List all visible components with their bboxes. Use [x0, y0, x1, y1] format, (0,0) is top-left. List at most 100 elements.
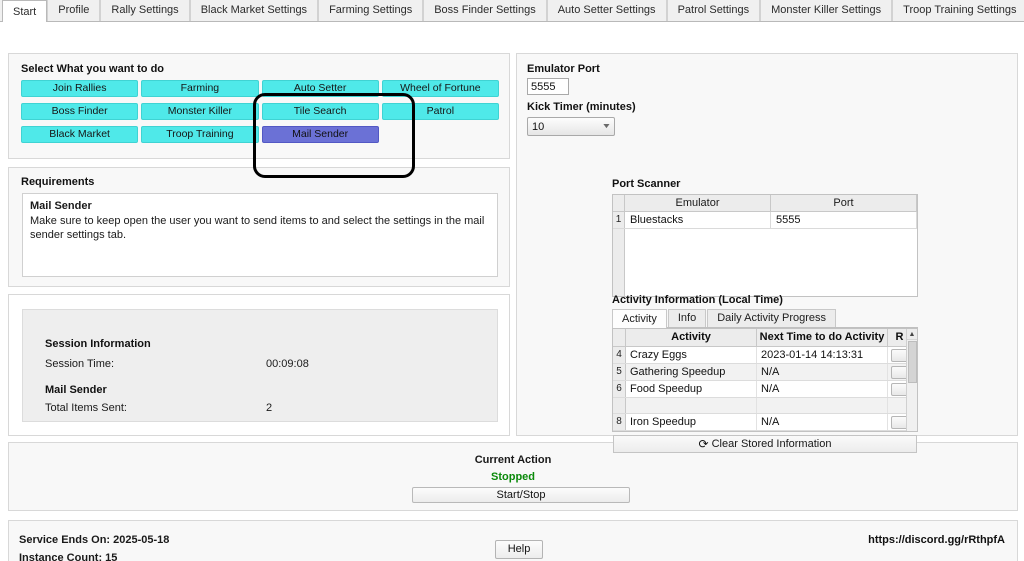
boss-finder-button[interactable]: Boss Finder: [21, 103, 138, 120]
requirements-body: Make sure to keep open the user you want…: [30, 215, 484, 242]
table-row[interactable]: 6 Food Speedup N/A: [613, 381, 917, 398]
table-row[interactable]: 1 Bluestacks 5555: [613, 212, 917, 229]
tab-rally-settings[interactable]: Rally Settings: [100, 0, 189, 21]
action-button-grid: Join Rallies Farming Auto Setter Wheel o…: [21, 80, 499, 143]
activity-header-row: Activity Next Time to do Activity R: [613, 329, 917, 347]
tab-patrol-settings[interactable]: Patrol Settings: [667, 0, 761, 21]
wheel-of-fortune-button[interactable]: Wheel of Fortune: [382, 80, 499, 97]
footer-panel: Service Ends On: 2025-05-18 Instance Cou…: [8, 520, 1018, 561]
black-market-button[interactable]: Black Market: [21, 126, 138, 143]
port-scanner-col-emulator: Emulator: [625, 195, 771, 211]
tab-label: Profile: [58, 4, 89, 16]
row-number: [613, 398, 626, 413]
discord-link[interactable]: https://discord.gg/rRthpfA: [868, 534, 1005, 546]
total-items-sent-value: 2: [266, 402, 272, 414]
session-time-label: Session Time:: [45, 358, 114, 370]
session-information-panel: Session Information Session Time: 00:09:…: [8, 294, 510, 436]
clear-stored-information-button[interactable]: ⟳ Clear Stored Information: [613, 435, 917, 453]
emulator-and-activity-panel: Emulator Port Kick Timer (minutes) 10 ▼ …: [516, 53, 1018, 436]
emulator-port-label: Emulator Port: [527, 63, 600, 75]
requirements-title: Requirements: [21, 176, 94, 188]
kick-timer-select[interactable]: 10 ▼: [527, 117, 615, 136]
scroll-up-icon[interactable]: ▲: [907, 329, 917, 340]
tab-auto-setter-settings[interactable]: Auto Setter Settings: [547, 0, 667, 21]
main-tab-bar: Start Profile Rally Settings Black Marke…: [0, 0, 1024, 22]
cell-activity: Gathering Speedup: [626, 364, 757, 380]
session-information-title: Session Information: [45, 338, 151, 350]
kick-timer-label: Kick Timer (minutes): [527, 101, 636, 113]
tab-label: Monster Killer Settings: [771, 4, 881, 16]
activity-tab-bar: Activity Info Daily Activity Progress: [612, 309, 918, 328]
port-scanner-table[interactable]: Emulator Port 1 Bluestacks 5555: [612, 194, 918, 297]
tab-label: Troop Training Settings: [903, 4, 1016, 16]
session-mail-sender-subtitle: Mail Sender: [45, 384, 107, 396]
tab-label: Auto Setter Settings: [558, 4, 656, 16]
cell-activity: [626, 398, 757, 413]
cell-next-time: N/A: [757, 364, 888, 380]
tab-farming-settings[interactable]: Farming Settings: [318, 0, 423, 21]
table-row[interactable]: [613, 398, 917, 414]
kick-timer-value: 10: [532, 121, 544, 133]
port-scanner-col-port: Port: [771, 195, 917, 211]
activity-col-activity: Activity: [626, 329, 757, 346]
activity-table-scrollbar[interactable]: ▲: [906, 329, 917, 431]
session-time-value: 00:09:08: [266, 358, 309, 370]
select-action-panel: Select What you want to do Join Rallies …: [8, 53, 510, 159]
tab-troop-training-settings[interactable]: Troop Training Settings: [892, 0, 1024, 21]
farming-button[interactable]: Farming: [141, 80, 258, 97]
row-number-corner: [613, 195, 625, 211]
requirements-heading: Mail Sender: [30, 199, 490, 214]
table-row[interactable]: 5 Gathering Speedup N/A: [613, 364, 917, 381]
start-tab-page: Select What you want to do Join Rallies …: [0, 22, 1024, 561]
tab-black-market-settings[interactable]: Black Market Settings: [190, 0, 318, 21]
row-number: 6: [613, 381, 626, 397]
tab-label: Black Market Settings: [201, 4, 307, 16]
port-scanner-title: Port Scanner: [612, 178, 680, 190]
select-action-title: Select What you want to do: [21, 63, 164, 75]
requirements-panel: Requirements Mail Sender Make sure to ke…: [8, 167, 510, 287]
troop-training-button[interactable]: Troop Training: [141, 126, 258, 143]
scrollbar-thumb[interactable]: [908, 341, 917, 383]
tab-monster-killer-settings[interactable]: Monster Killer Settings: [760, 0, 892, 21]
cell-next-time: 2023-01-14 14:13:31: [757, 347, 888, 363]
monster-killer-button[interactable]: Monster Killer: [141, 103, 258, 120]
tab-label: Start: [13, 6, 36, 18]
instance-count-text: Instance Count: 15: [19, 552, 117, 561]
patrol-button[interactable]: Patrol: [382, 103, 499, 120]
row-number: 4: [613, 347, 626, 363]
auto-setter-button[interactable]: Auto Setter: [262, 80, 379, 97]
mail-sender-button[interactable]: Mail Sender: [262, 126, 379, 143]
activity-information-title: Activity Information (Local Time): [612, 294, 783, 306]
session-information-box: Session Information Session Time: 00:09:…: [22, 309, 498, 422]
tab-boss-finder-settings[interactable]: Boss Finder Settings: [423, 0, 547, 21]
activity-table[interactable]: Activity Next Time to do Activity R 4 Cr…: [612, 328, 918, 432]
cell-next-time: [757, 398, 888, 413]
current-action-title: Current Action: [9, 454, 1017, 466]
activity-col-next-time: Next Time to do Activity: [757, 329, 888, 346]
table-empty-area: [613, 229, 917, 297]
tab-start[interactable]: Start: [2, 0, 47, 22]
tab-profile[interactable]: Profile: [47, 0, 100, 21]
cell-activity: Food Speedup: [626, 381, 757, 397]
emulator-port-input[interactable]: [527, 78, 569, 95]
table-row[interactable]: 8 Iron Speedup N/A: [613, 414, 917, 431]
empty-slot: [382, 126, 499, 143]
start-stop-button[interactable]: Start/Stop: [412, 487, 630, 503]
tab-label: Patrol Settings: [678, 4, 750, 16]
cell-next-time: N/A: [757, 414, 888, 430]
cell-activity: Crazy Eggs: [626, 347, 757, 363]
current-action-status: Stopped: [9, 471, 1017, 483]
port-scanner-header-row: Emulator Port: [613, 195, 917, 212]
join-rallies-button[interactable]: Join Rallies: [21, 80, 138, 97]
tab-label: Rally Settings: [111, 4, 178, 16]
cell-port: 5555: [771, 212, 917, 228]
tile-search-button[interactable]: Tile Search: [262, 103, 379, 120]
cell-activity: Iron Speedup: [626, 414, 757, 430]
table-row[interactable]: 4 Crazy Eggs 2023-01-14 14:13:31: [613, 347, 917, 364]
help-button[interactable]: Help: [495, 540, 543, 559]
tab-activity[interactable]: Activity: [612, 309, 667, 328]
tab-daily-activity-progress[interactable]: Daily Activity Progress: [707, 309, 836, 327]
tab-info[interactable]: Info: [668, 309, 706, 327]
refresh-icon: ⟳: [699, 438, 709, 450]
service-ends-on-text: Service Ends On: 2025-05-18: [19, 534, 169, 546]
